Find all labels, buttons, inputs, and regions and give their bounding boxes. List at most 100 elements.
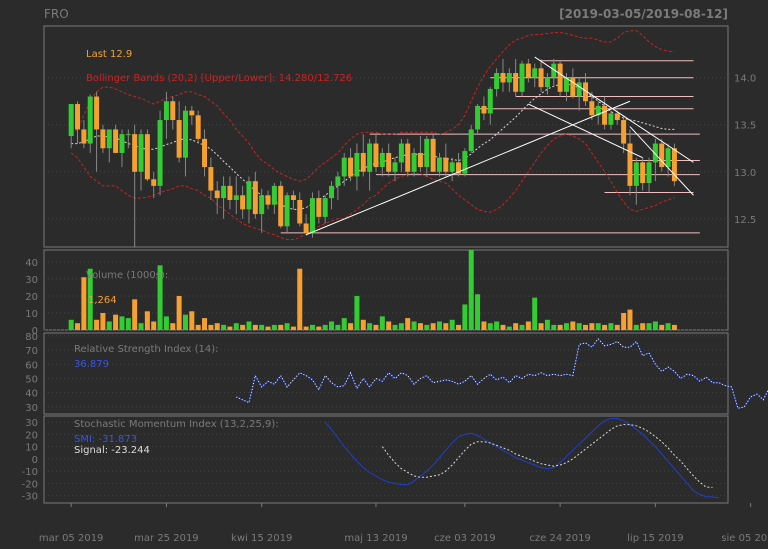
volume-bar	[348, 323, 354, 330]
candle-down	[144, 134, 150, 180]
candle-down	[208, 167, 214, 191]
rsi-tick-label: 40	[25, 389, 38, 400]
volume-bar	[621, 312, 627, 330]
volume-bar	[278, 324, 284, 330]
x-tick-label: lip 15 2019	[627, 533, 683, 544]
volume-bar	[481, 321, 487, 330]
candle-down	[386, 152, 392, 172]
volume-bar	[189, 311, 195, 330]
x-tick-label: cze 24 2019	[529, 533, 590, 544]
candle-up	[506, 73, 512, 83]
volume-bar	[544, 319, 550, 330]
candle-down	[640, 162, 646, 184]
volume-bar	[335, 324, 341, 330]
volume-bar	[360, 319, 366, 330]
candle-down	[373, 143, 379, 168]
volume-bar	[405, 318, 411, 330]
candle-up	[329, 185, 335, 199]
candle-down	[360, 152, 366, 172]
candle-up	[119, 134, 125, 153]
rsi-tick-label: 70	[25, 346, 38, 357]
candle-up	[487, 89, 493, 114]
volume-bar	[100, 312, 106, 330]
rsi-line-dots	[236, 337, 768, 409]
rsi-tick-label: 60	[25, 360, 38, 371]
volume-bar	[94, 319, 100, 330]
candle-down	[151, 179, 157, 186]
volume-bar	[119, 316, 125, 330]
volume-bar	[252, 324, 258, 330]
volume-bar	[532, 297, 538, 330]
candle-up	[335, 176, 341, 186]
volume-bar	[163, 316, 169, 330]
volume-bar	[557, 324, 563, 330]
candle-up	[246, 181, 252, 210]
volume-bar	[367, 323, 373, 330]
candle-down	[557, 63, 563, 92]
volume-bar	[125, 318, 131, 330]
rsi-label: Relative Strength Index (14):	[74, 344, 219, 355]
chart: FRO [2019-03-05/2019-08-12] 12.5 13.0 13.5…	[0, 0, 768, 549]
volume-bar	[652, 321, 658, 330]
candle-down	[100, 129, 106, 149]
candle-up	[322, 198, 328, 217]
candle-down	[265, 195, 271, 205]
candle-up	[354, 152, 360, 177]
volume-bar	[456, 324, 462, 330]
volume-bar	[208, 324, 214, 330]
smi-value: SMI: -31.873	[74, 434, 137, 445]
chart-canvas: 12.5 13.0 13.5 14.0 Last 12.9 Bollinger Bands…	[22, 25, 768, 544]
x-tick-label: maj 13 2019	[344, 533, 407, 544]
candle-up	[259, 195, 265, 215]
candle-down	[113, 129, 119, 153]
volume-bar	[665, 323, 671, 330]
candle-down	[417, 152, 423, 168]
candle-up	[494, 73, 500, 90]
volume-bar	[583, 324, 589, 330]
volume-bar	[233, 323, 239, 330]
signal-value: Signal: -23.244	[74, 445, 150, 456]
volume-bar	[170, 323, 176, 330]
volume-bar	[430, 323, 436, 330]
volume-bar	[646, 323, 652, 330]
volume-bar	[627, 309, 633, 330]
volume-bar	[221, 324, 227, 330]
volume-bar	[468, 250, 474, 330]
candle-down	[176, 120, 182, 158]
candle-down	[189, 110, 195, 116]
volume-bar	[271, 324, 277, 330]
candle-down	[627, 143, 633, 186]
volume-bar	[132, 299, 138, 330]
candle-down	[170, 101, 176, 121]
volume-bar	[284, 323, 290, 330]
volume-bar	[75, 323, 81, 330]
rsi-tick-label: 50	[25, 374, 38, 385]
smi-tick-label: 20	[25, 430, 38, 441]
x-tick-label: mar 25 2019	[134, 533, 199, 544]
volume-bar	[538, 323, 544, 330]
volume-bar	[329, 321, 335, 330]
candle-up	[436, 157, 442, 172]
volume-bar	[551, 324, 557, 330]
volume-bar	[81, 277, 87, 330]
candle-down	[132, 134, 138, 172]
volume-tick-label: 10	[25, 309, 38, 320]
volume-bar	[570, 321, 576, 330]
candle-down	[252, 181, 258, 215]
candle-down	[570, 77, 576, 97]
x-tick-label: cze 03 2019	[434, 533, 495, 544]
volume-bar	[614, 324, 620, 330]
volume-bar	[341, 318, 347, 330]
volume-bar	[576, 323, 582, 330]
x-tick-label: mar 05 2019	[39, 533, 104, 544]
smi-tick-label: -20	[22, 479, 38, 490]
trendline	[534, 56, 694, 163]
volume-bar	[563, 323, 569, 330]
candle-up	[87, 96, 93, 144]
candle-up	[468, 129, 474, 152]
candle-down	[202, 138, 208, 168]
candle-down	[430, 138, 436, 172]
volume-bar	[106, 321, 112, 330]
volume-bar	[506, 326, 512, 330]
candle-up	[398, 143, 404, 163]
